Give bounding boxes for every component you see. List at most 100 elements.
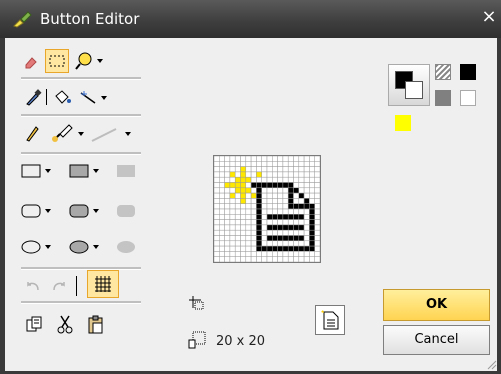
pixel-cell[interactable] bbox=[266, 176, 273, 183]
pixel-cell[interactable] bbox=[256, 208, 262, 215]
pixel-cell[interactable] bbox=[213, 219, 220, 226]
resize-grip-icon[interactable] bbox=[485, 358, 497, 370]
pixel-cell[interactable] bbox=[277, 256, 284, 263]
pixel-cell[interactable] bbox=[261, 219, 268, 226]
pixel-cell[interactable] bbox=[282, 219, 289, 226]
pixel-cell[interactable] bbox=[261, 256, 268, 263]
pixel-cell[interactable] bbox=[293, 256, 300, 263]
pixel-cell[interactable] bbox=[234, 240, 241, 247]
pixel-cell[interactable] bbox=[240, 171, 247, 178]
pixel-cell[interactable] bbox=[250, 166, 257, 173]
pixel-cell[interactable] bbox=[234, 229, 241, 236]
resize-icon[interactable] bbox=[188, 331, 208, 351]
pixel-cell[interactable] bbox=[240, 203, 247, 210]
pixel-cell[interactable] bbox=[303, 219, 310, 226]
line-dropdown-icon[interactable] bbox=[125, 132, 131, 138]
pixel-cell[interactable] bbox=[224, 219, 231, 226]
pixel-cell[interactable] bbox=[272, 187, 278, 194]
pixel-cell[interactable] bbox=[266, 155, 273, 162]
pixel-cell[interactable] bbox=[213, 155, 220, 162]
pixel-cell[interactable] bbox=[309, 176, 315, 183]
pixel-cell[interactable] bbox=[314, 182, 321, 189]
pixel-cell[interactable] bbox=[293, 161, 300, 167]
pixel-cell[interactable] bbox=[224, 192, 231, 199]
pixel-cell[interactable] bbox=[277, 224, 284, 231]
pixel-cell[interactable] bbox=[224, 182, 231, 189]
pixel-cell[interactable] bbox=[240, 208, 247, 215]
pixel-cell[interactable] bbox=[240, 256, 247, 263]
pixel-cell[interactable] bbox=[282, 251, 289, 257]
pixel-cell[interactable] bbox=[229, 198, 236, 204]
pixel-cell[interactable] bbox=[309, 203, 315, 210]
pixel-cell[interactable] bbox=[250, 155, 257, 162]
pixel-cell[interactable] bbox=[229, 155, 236, 162]
pixel-cell[interactable] bbox=[229, 219, 236, 226]
pixel-cell[interactable] bbox=[256, 155, 262, 162]
pixel-cell[interactable] bbox=[293, 245, 300, 252]
pixel-cell[interactable] bbox=[303, 240, 310, 247]
ellipse-solid-icon[interactable] bbox=[117, 241, 135, 253]
pixel-cell[interactable] bbox=[266, 203, 273, 210]
pixel-cell[interactable] bbox=[298, 235, 305, 242]
pixel-cell[interactable] bbox=[287, 203, 294, 210]
pixel-cell[interactable] bbox=[309, 171, 315, 178]
pixel-cell[interactable] bbox=[240, 192, 247, 199]
pixel-cell[interactable] bbox=[234, 214, 241, 220]
pixel-cell[interactable] bbox=[303, 251, 310, 257]
pixel-cell[interactable] bbox=[250, 171, 257, 178]
pixel-cell[interactable] bbox=[261, 176, 268, 183]
pixel-cell[interactable] bbox=[298, 182, 305, 189]
rounded-rect-filled-icon[interactable] bbox=[69, 204, 89, 218]
pixel-cell[interactable] bbox=[309, 245, 315, 252]
pixel-cell[interactable] bbox=[245, 235, 252, 242]
pixel-cell[interactable] bbox=[287, 155, 294, 162]
pixel-cell[interactable] bbox=[282, 208, 289, 215]
pixel-cell[interactable] bbox=[234, 176, 241, 183]
pixel-cell[interactable] bbox=[261, 182, 268, 189]
pixel-cell[interactable] bbox=[240, 251, 247, 257]
ok-button[interactable]: OK bbox=[383, 289, 490, 321]
pixel-cell[interactable] bbox=[256, 161, 262, 167]
zoom-dropdown-icon[interactable] bbox=[97, 59, 103, 65]
pixel-cell[interactable] bbox=[250, 176, 257, 183]
pixel-cell[interactable] bbox=[287, 208, 294, 215]
pixel-cell[interactable] bbox=[303, 224, 310, 231]
pixel-cell[interactable] bbox=[219, 182, 225, 189]
pixel-cell[interactable] bbox=[261, 245, 268, 252]
pixel-cell[interactable] bbox=[282, 235, 289, 242]
pixel-cell[interactable] bbox=[229, 187, 236, 194]
pixel-cell[interactable] bbox=[309, 219, 315, 226]
pixel-cell[interactable] bbox=[266, 235, 273, 242]
pixel-cell[interactable] bbox=[298, 198, 305, 204]
pixel-cell[interactable] bbox=[309, 229, 315, 236]
pixel-cell[interactable] bbox=[272, 224, 278, 231]
pixel-cell[interactable] bbox=[213, 214, 220, 220]
pixel-cell[interactable] bbox=[229, 166, 236, 173]
pixel-cell[interactable] bbox=[272, 245, 278, 252]
pixel-cell[interactable] bbox=[213, 192, 220, 199]
pixel-cell[interactable] bbox=[272, 171, 278, 178]
pixel-cell[interactable] bbox=[256, 182, 262, 189]
pixel-cell[interactable] bbox=[303, 256, 310, 263]
pixel-cell[interactable] bbox=[256, 224, 262, 231]
cut-icon[interactable] bbox=[56, 315, 74, 335]
pixel-cell[interactable] bbox=[219, 240, 225, 247]
pixel-cell[interactable] bbox=[266, 161, 273, 167]
brush-dropdown-icon[interactable] bbox=[78, 132, 84, 138]
pixel-cell[interactable] bbox=[256, 256, 262, 263]
line-icon[interactable] bbox=[90, 125, 120, 143]
pixel-cell[interactable] bbox=[256, 214, 262, 220]
pixel-cell[interactable] bbox=[282, 198, 289, 204]
redo-icon[interactable] bbox=[51, 279, 67, 293]
pixel-cell[interactable] bbox=[314, 208, 321, 215]
pixel-cell[interactable] bbox=[256, 235, 262, 242]
pixel-cell[interactable] bbox=[261, 161, 268, 167]
pixel-cell[interactable] bbox=[245, 161, 252, 167]
pixel-cell[interactable] bbox=[229, 245, 236, 252]
pixel-cell[interactable] bbox=[229, 176, 236, 183]
pixel-cell[interactable] bbox=[309, 251, 315, 257]
pixel-cell[interactable] bbox=[314, 235, 321, 242]
pixel-cell[interactable] bbox=[277, 161, 284, 167]
pixel-cell[interactable] bbox=[287, 240, 294, 247]
pixel-cell[interactable] bbox=[293, 240, 300, 247]
